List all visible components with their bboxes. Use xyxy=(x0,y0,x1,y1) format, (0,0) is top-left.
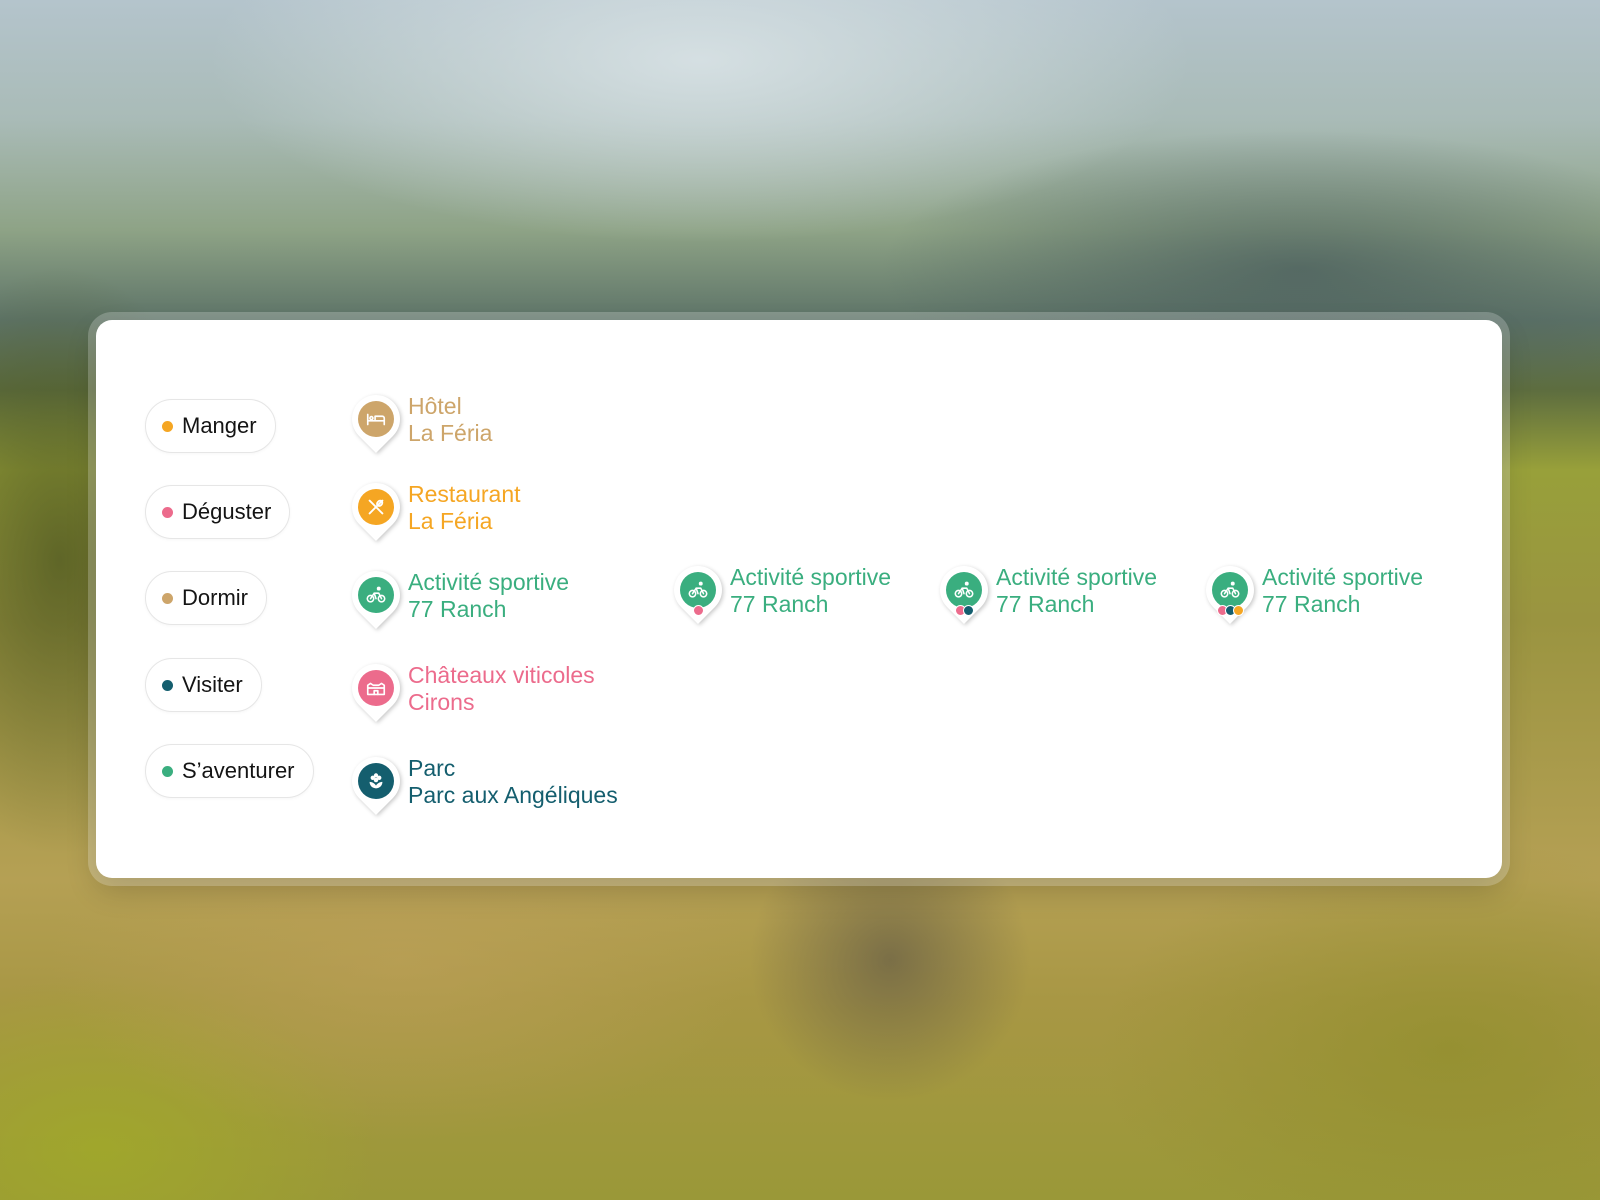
chateau-icon xyxy=(358,670,394,706)
map-pin xyxy=(342,385,410,453)
category-dots xyxy=(1204,605,1256,616)
map-pin xyxy=(1196,556,1264,624)
filter-chip-manger[interactable]: Manger xyxy=(145,399,276,453)
filter-chip-label: Dormir xyxy=(182,585,248,610)
category-dot xyxy=(162,679,173,691)
map-pin xyxy=(664,556,732,624)
cyclist-icon xyxy=(358,577,394,613)
marker-subtitle: La Féria xyxy=(408,508,493,534)
filter-chip-saventurer[interactable]: S’aventurer xyxy=(145,744,314,798)
map-pin xyxy=(342,561,410,629)
map-pin xyxy=(342,473,410,541)
marker-title: Activité sportive xyxy=(996,564,1158,590)
cyclist-icon xyxy=(1212,572,1248,608)
filter-chip-label: S’aventurer xyxy=(182,758,295,783)
marker-subtitle: Cirons xyxy=(408,689,475,715)
marker-title: Activité sportive xyxy=(730,564,892,590)
category-dots xyxy=(938,605,990,616)
filter-chip-label: Visiter xyxy=(182,672,243,697)
marker-title: Hôtel xyxy=(408,393,462,419)
map-marker-parc[interactable]: Parc Parc aux Angéliques xyxy=(342,747,618,815)
marker-subtitle: 77 Ranch xyxy=(730,591,829,617)
map-marker-activite-sportive[interactable]: Activité sportive 77 Ranch xyxy=(342,561,570,629)
filter-chip-deguster[interactable]: Déguster xyxy=(145,485,291,539)
map-legend-card: Manger Déguster Dormir Visiter S’aventur… xyxy=(96,320,1502,878)
marker-subtitle: La Féria xyxy=(408,420,493,446)
marker-title: Restaurant xyxy=(408,481,521,507)
marker-subtitle: 77 Ranch xyxy=(408,596,507,622)
category-dot xyxy=(162,506,173,518)
fork-spoon-icon xyxy=(358,489,394,525)
marker-subtitle: 77 Ranch xyxy=(1262,591,1361,617)
flower-icon xyxy=(358,763,394,799)
category-dot xyxy=(162,765,173,777)
map-marker-activite-sportive-1-category[interactable]: Activité sportive 77 Ranch xyxy=(664,556,892,624)
filter-chip-label: Manger xyxy=(182,413,257,438)
map-pin xyxy=(342,747,410,815)
map-marker-chateaux-viticoles[interactable]: Châteaux viticoles Cirons xyxy=(342,654,595,722)
filter-chip-dormir[interactable]: Dormir xyxy=(145,571,267,625)
map-marker-restaurant[interactable]: Restaurant La Féria xyxy=(342,473,521,541)
filter-chip-label: Déguster xyxy=(182,499,272,524)
cyclist-icon xyxy=(680,572,716,608)
marker-subtitle: Parc aux Angéliques xyxy=(408,782,618,808)
category-dot xyxy=(162,420,173,432)
marker-title: Activité sportive xyxy=(408,569,570,595)
marker-subtitle: 77 Ranch xyxy=(996,591,1095,617)
map-marker-activite-sportive-3-categories[interactable]: Activité sportive 77 Ranch xyxy=(1196,556,1424,624)
marker-title: Parc xyxy=(408,755,456,781)
map-marker-activite-sportive-2-categories[interactable]: Activité sportive 77 Ranch xyxy=(930,556,1158,624)
marker-title: Châteaux viticoles xyxy=(408,662,595,688)
map-pin xyxy=(930,556,998,624)
filter-chip-visiter[interactable]: Visiter xyxy=(145,658,262,712)
category-dot xyxy=(162,592,173,604)
cyclist-icon xyxy=(946,572,982,608)
map-pin xyxy=(342,654,410,722)
category-dots xyxy=(672,605,724,616)
map-marker-hotel[interactable]: Hôtel La Féria xyxy=(342,385,493,453)
bed-icon xyxy=(358,401,394,437)
marker-title: Activité sportive xyxy=(1262,564,1424,590)
